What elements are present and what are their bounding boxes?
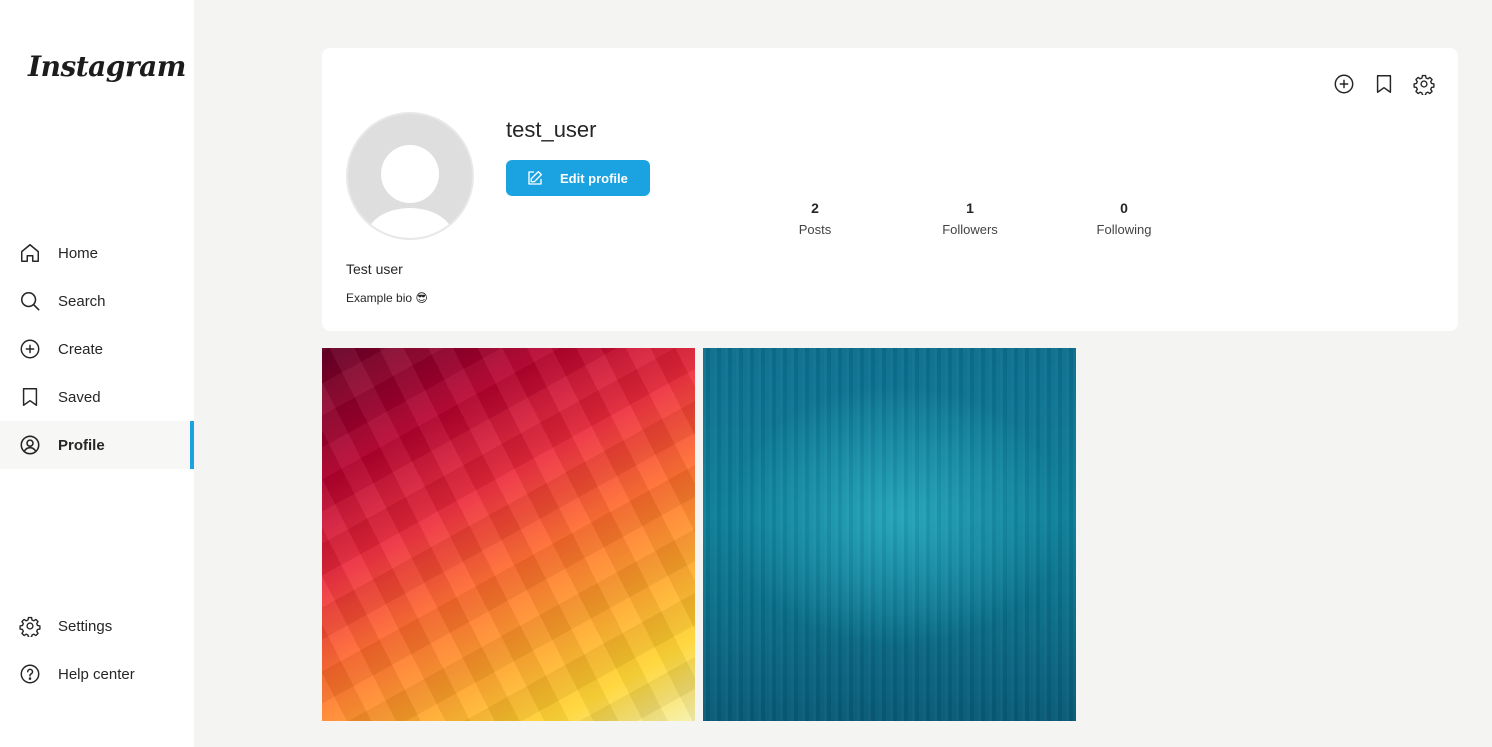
edit-profile-button[interactable]: Edit profile [506, 160, 650, 196]
stat-followers[interactable]: 1 Followers [915, 200, 1025, 237]
post-thumbnail[interactable] [703, 348, 1076, 721]
stat-posts[interactable]: 2 Posts [760, 200, 870, 237]
post-thumbnail[interactable] [322, 348, 695, 721]
profile-actions [1332, 72, 1436, 96]
user-circle-icon [18, 433, 42, 457]
post-image-texture [322, 348, 695, 721]
sidebar-item-label: Settings [58, 617, 113, 635]
edit-profile-label: Edit profile [560, 170, 628, 186]
sidebar-item-create[interactable]: Create [0, 325, 194, 373]
post-image-texture [703, 348, 1076, 721]
stat-label: Posts [798, 222, 832, 237]
sidebar-item-label: Help center [58, 665, 135, 683]
avatar-head-shape [381, 145, 439, 203]
sidebar-item-label: Home [58, 244, 99, 262]
gear-icon[interactable] [1412, 72, 1436, 96]
gear-icon [18, 614, 42, 638]
search-icon [18, 289, 42, 313]
sidebar: Instagram Home Search Create Saved Profi… [0, 0, 194, 747]
sidebar-item-home[interactable]: Home [0, 229, 194, 277]
sidebar-item-profile[interactable]: Profile [0, 421, 194, 469]
home-icon [18, 241, 42, 265]
bookmark-icon [18, 385, 42, 409]
profile-bio: Example bio 😎 [346, 291, 428, 305]
avatar[interactable] [346, 112, 474, 240]
stat-label: Followers [942, 222, 998, 237]
sidebar-item-label: Profile [58, 436, 105, 454]
profile-card: test_user Edit profile 2 Posts 1 Followe… [322, 48, 1458, 331]
bookmark-icon[interactable] [1372, 72, 1396, 96]
sidebar-item-label: Create [58, 340, 104, 358]
sidebar-item-settings[interactable]: Settings [0, 602, 194, 650]
stat-value: 1 [966, 200, 974, 216]
sidebar-item-label: Search [58, 292, 106, 310]
stat-label: Following [1096, 222, 1152, 237]
sidebar-item-search[interactable]: Search [0, 277, 194, 325]
plus-circle-icon [18, 337, 42, 361]
sidebar-item-saved[interactable]: Saved [0, 373, 194, 421]
sidebar-item-label: Saved [58, 388, 101, 406]
stat-value: 0 [1120, 200, 1128, 216]
profile-full-name: Test user [346, 261, 403, 277]
stat-value: 2 [811, 200, 819, 216]
sidebar-item-help-center[interactable]: Help center [0, 650, 194, 698]
edit-icon [528, 170, 543, 185]
stat-following[interactable]: 0 Following [1069, 200, 1179, 237]
plus-circle-icon[interactable] [1332, 72, 1356, 96]
instagram-logo[interactable]: Instagram [28, 50, 186, 83]
help-circle-icon [18, 662, 42, 686]
avatar-body-shape [366, 208, 454, 238]
profile-username: test_user [506, 117, 597, 142]
